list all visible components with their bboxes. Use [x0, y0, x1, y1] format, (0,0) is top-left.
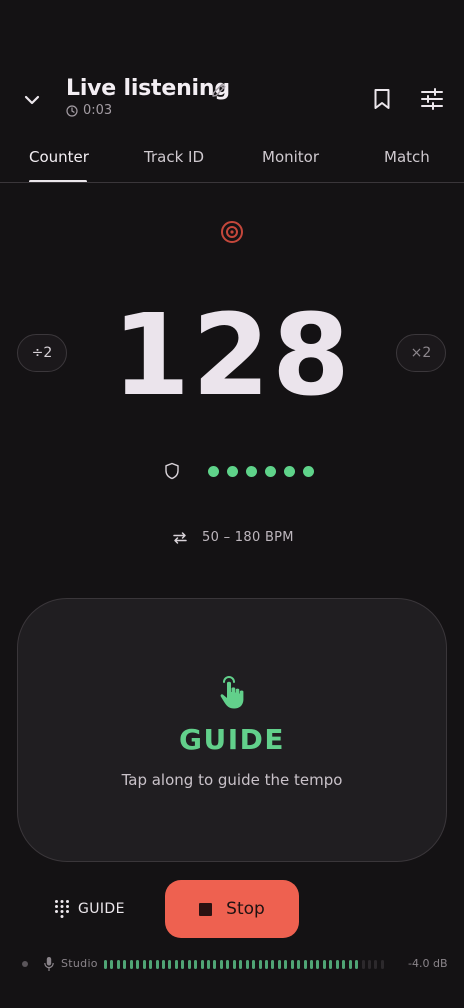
meter-bar — [258, 960, 262, 969]
meter-bar — [310, 960, 313, 969]
meter-bar — [232, 960, 236, 969]
tab-bar: Counter Track ID Monitor Match — [0, 137, 464, 183]
input-name: Studio — [61, 957, 98, 970]
double-tempo-button[interactable]: ×2 — [396, 334, 446, 372]
tempo-range-text: 50 – 180 BPM — [202, 530, 294, 545]
bookmark-button[interactable] — [369, 86, 395, 112]
tab-monitor[interactable]: Monitor — [262, 148, 319, 166]
meter-bar — [245, 960, 249, 969]
tempo-range[interactable]: 50 – 180 BPM — [172, 530, 294, 545]
chevron-down-icon — [24, 95, 40, 105]
stop-square-icon — [199, 902, 213, 916]
meter-bar — [161, 960, 165, 969]
guide-pad-hint: Tap along to guide the tempo — [121, 771, 343, 789]
bpm-value: 128 — [112, 291, 352, 421]
meter-bar — [194, 960, 198, 969]
meter-bar — [361, 960, 365, 969]
confidence-indicator — [164, 461, 314, 481]
clock-icon — [66, 104, 78, 117]
input-source — [43, 956, 55, 972]
guide-toggle-button[interactable]: GUIDE — [54, 897, 125, 921]
microphone-icon — [44, 957, 54, 971]
meter-bar — [181, 960, 185, 969]
meter-bar — [207, 960, 210, 969]
pencil-icon — [212, 83, 226, 97]
meter-bar — [329, 960, 333, 969]
page-title: Live listening — [66, 76, 230, 101]
input-level-meter — [104, 960, 384, 969]
meter-bar — [200, 960, 204, 969]
meter-bar — [187, 960, 191, 969]
bookmark-icon — [374, 89, 390, 109]
input-status-dot — [22, 961, 28, 967]
tab-track-id[interactable]: Track ID — [144, 148, 204, 166]
meter-bar — [322, 960, 326, 969]
meter-bar — [226, 960, 230, 969]
duration-text: 0:03 — [83, 103, 113, 118]
tab-counter[interactable]: Counter — [29, 148, 89, 166]
meter-bar — [271, 960, 275, 969]
meter-bar — [123, 960, 127, 969]
edit-title-button[interactable] — [210, 81, 228, 99]
input-level-db: -4.0 dB — [408, 957, 448, 970]
meter-bar — [380, 960, 384, 969]
guide-toggle-label: GUIDE — [78, 901, 125, 917]
meter-bar — [335, 960, 339, 969]
half-tempo-button[interactable]: ÷2 — [17, 334, 67, 372]
meter-bar — [367, 960, 371, 969]
swap-arrows-icon — [173, 531, 187, 544]
confidence-dot — [227, 465, 238, 477]
guide-tap-pad[interactable]: GUIDE Tap along to guide the tempo — [17, 598, 447, 862]
meter-bar — [219, 960, 223, 969]
shield-icon — [165, 462, 179, 480]
confidence-dot — [208, 465, 219, 477]
meter-bar — [277, 960, 281, 969]
tab-divider — [0, 182, 464, 183]
meter-bar — [149, 960, 153, 969]
meter-bar — [297, 960, 301, 969]
meter-bar — [213, 960, 217, 969]
stop-button-label: Stop — [226, 899, 265, 919]
confidence-dot — [284, 465, 295, 477]
confidence-dot — [303, 465, 314, 477]
meter-bar — [316, 960, 320, 969]
meter-bar — [174, 960, 178, 969]
meter-bar — [116, 960, 120, 969]
meter-bar — [290, 960, 294, 969]
meter-bar — [110, 960, 114, 969]
meter-bar — [374, 960, 378, 969]
meter-bar — [136, 960, 140, 969]
meter-bar — [342, 960, 346, 969]
meter-bar — [104, 960, 107, 969]
meter-bar — [155, 960, 159, 969]
target-icon — [221, 221, 243, 243]
stop-button[interactable]: Stop — [165, 880, 299, 938]
confidence-dots — [198, 465, 314, 477]
session-duration: 0:03 — [66, 103, 112, 118]
meter-bar — [264, 960, 268, 969]
meter-bar — [142, 960, 146, 969]
meter-bar — [284, 960, 288, 969]
meter-bar — [129, 960, 133, 969]
meter-bar — [252, 960, 256, 969]
confidence-dot — [265, 465, 276, 477]
settings-button[interactable] — [418, 85, 446, 113]
collapse-button[interactable] — [18, 86, 46, 114]
listening-indicator — [220, 220, 244, 244]
keypad-icon — [55, 900, 69, 918]
meter-bar — [168, 960, 172, 969]
sliders-icon — [421, 88, 443, 110]
tap-hand-icon — [220, 676, 244, 709]
guide-pad-label: GUIDE — [178, 723, 285, 756]
meter-bar — [355, 960, 359, 969]
tab-match[interactable]: Match — [384, 148, 430, 166]
meter-bar — [303, 960, 307, 969]
meter-bar — [348, 960, 352, 969]
meter-bar — [239, 960, 243, 969]
confidence-dot — [246, 465, 257, 477]
